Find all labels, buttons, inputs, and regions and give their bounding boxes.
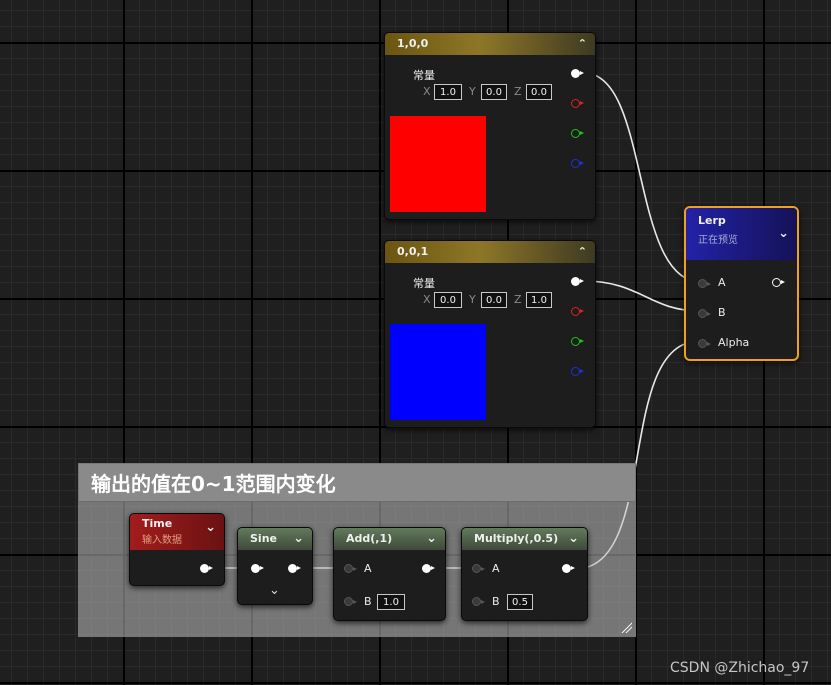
y-value-field[interactable]: 0.0 [481, 84, 507, 100]
resize-grip-icon[interactable] [620, 621, 632, 633]
pin-a-label: A [364, 562, 372, 575]
wire-red-to-lerp-a [583, 72, 701, 283]
add-node[interactable]: Add(,1) ⌄ A B 1.0 [333, 527, 446, 621]
color-swatch-preview [390, 116, 486, 212]
constant-vector-node-blue[interactable]: 0,0,1 ⌃ 常量 X 0.0 Y 0.0 Z 1.0 [384, 240, 596, 428]
output-pin-rgb-icon[interactable] [571, 69, 584, 78]
z-value-field[interactable]: 1.0 [526, 292, 552, 308]
expand-chevron-icon[interactable]: ⌄ [568, 528, 579, 550]
z-label: Z [514, 293, 522, 306]
input-pin-b-icon[interactable] [472, 597, 485, 606]
constant-vector-node-red[interactable]: 1,0,0 ⌃ 常量 X 1.0 Y 0.0 Z 0.0 [384, 32, 596, 220]
input-pin-a-icon[interactable] [344, 564, 357, 573]
y-label: Y [469, 293, 476, 306]
b-value-field[interactable]: 1.0 [377, 594, 405, 610]
expand-chevron-icon[interactable]: ⌄ [293, 528, 304, 550]
pin-a-label: A [718, 276, 726, 289]
node-title: Time [142, 517, 173, 530]
node-header[interactable]: 0,0,1 ⌃ [385, 241, 595, 263]
node-header[interactable]: Time 输入数据 ⌄ [130, 514, 224, 550]
advanced-expand-chevron-icon[interactable]: ⌄ [269, 583, 280, 598]
lerp-node[interactable]: Lerp 正在预览 ⌄ A B Alpha [684, 206, 799, 361]
node-title: Add(,1) [346, 532, 393, 545]
output-pin-icon[interactable] [422, 564, 435, 573]
node-title: 0,0,1 [397, 245, 429, 258]
node-title: 1,0,0 [397, 37, 429, 50]
node-title: Sine [250, 532, 277, 545]
pin-b-label: B [492, 595, 500, 608]
z-value-field[interactable]: 0.0 [526, 84, 552, 100]
node-header[interactable]: Multiply(,0.5) ⌄ [462, 528, 587, 550]
time-node[interactable]: Time 输入数据 ⌄ [129, 513, 225, 586]
collapse-chevron-icon[interactable]: ⌃ [578, 241, 587, 263]
x-label: X [423, 293, 431, 306]
input-pin-a-icon[interactable] [698, 279, 711, 288]
expand-chevron-icon[interactable]: ⌄ [778, 226, 789, 241]
x-label: X [423, 85, 431, 98]
z-label: Z [514, 85, 522, 98]
watermark: CSDN @Zhichao_97 [670, 660, 810, 676]
pin-b-label: B [718, 306, 726, 319]
y-value-field[interactable]: 0.0 [481, 292, 507, 308]
pin-a-label: A [492, 562, 500, 575]
input-pin-b-icon[interactable] [344, 597, 357, 606]
comment-title[interactable]: 输出的值在0~1范围内变化 [79, 464, 635, 502]
output-pin-rgb-icon[interactable] [571, 277, 584, 286]
output-pin-icon[interactable] [200, 564, 213, 573]
color-swatch-preview [390, 324, 486, 420]
multiply-node[interactable]: Multiply(,0.5) ⌄ A B 0.5 [461, 527, 588, 621]
output-pin-b-icon[interactable] [571, 367, 584, 376]
node-header[interactable]: Add(,1) ⌄ [334, 528, 445, 550]
output-pin-b-icon[interactable] [571, 159, 584, 168]
node-header[interactable]: Sine ⌄ [238, 528, 312, 550]
b-value-field[interactable]: 0.5 [507, 594, 533, 610]
output-pin-icon[interactable] [288, 564, 301, 573]
pin-b-label: B [364, 595, 372, 608]
expand-chevron-icon[interactable]: ⌄ [205, 520, 216, 535]
sine-node[interactable]: Sine ⌄ ⌄ [237, 527, 313, 605]
pin-alpha-label: Alpha [718, 336, 750, 349]
node-label: 常量 [413, 277, 435, 290]
output-pin-r-icon[interactable] [571, 307, 584, 316]
output-pin-result-icon[interactable] [772, 278, 785, 287]
node-title: Lerp [698, 214, 726, 227]
output-pin-r-icon[interactable] [571, 99, 584, 108]
node-title: Multiply(,0.5) [474, 532, 559, 545]
output-pin-g-icon[interactable] [571, 337, 584, 346]
input-pin-b-icon[interactable] [698, 309, 711, 318]
output-pin-icon[interactable] [562, 564, 575, 573]
collapse-chevron-icon[interactable]: ⌃ [578, 33, 587, 55]
expand-chevron-icon[interactable]: ⌄ [426, 528, 437, 550]
input-pin-alpha-icon[interactable] [698, 339, 711, 348]
node-header[interactable]: Lerp 正在预览 ⌄ [686, 208, 797, 260]
input-pin-a-icon[interactable] [472, 564, 485, 573]
node-header[interactable]: 1,0,0 ⌃ [385, 33, 595, 55]
output-pin-g-icon[interactable] [571, 129, 584, 138]
wire-blue-to-lerp-b [583, 280, 701, 312]
input-pin-icon[interactable] [251, 564, 264, 573]
x-value-field[interactable]: 0.0 [434, 292, 462, 308]
node-label: 常量 [413, 69, 435, 82]
x-value-field[interactable]: 1.0 [434, 84, 462, 100]
y-label: Y [469, 85, 476, 98]
